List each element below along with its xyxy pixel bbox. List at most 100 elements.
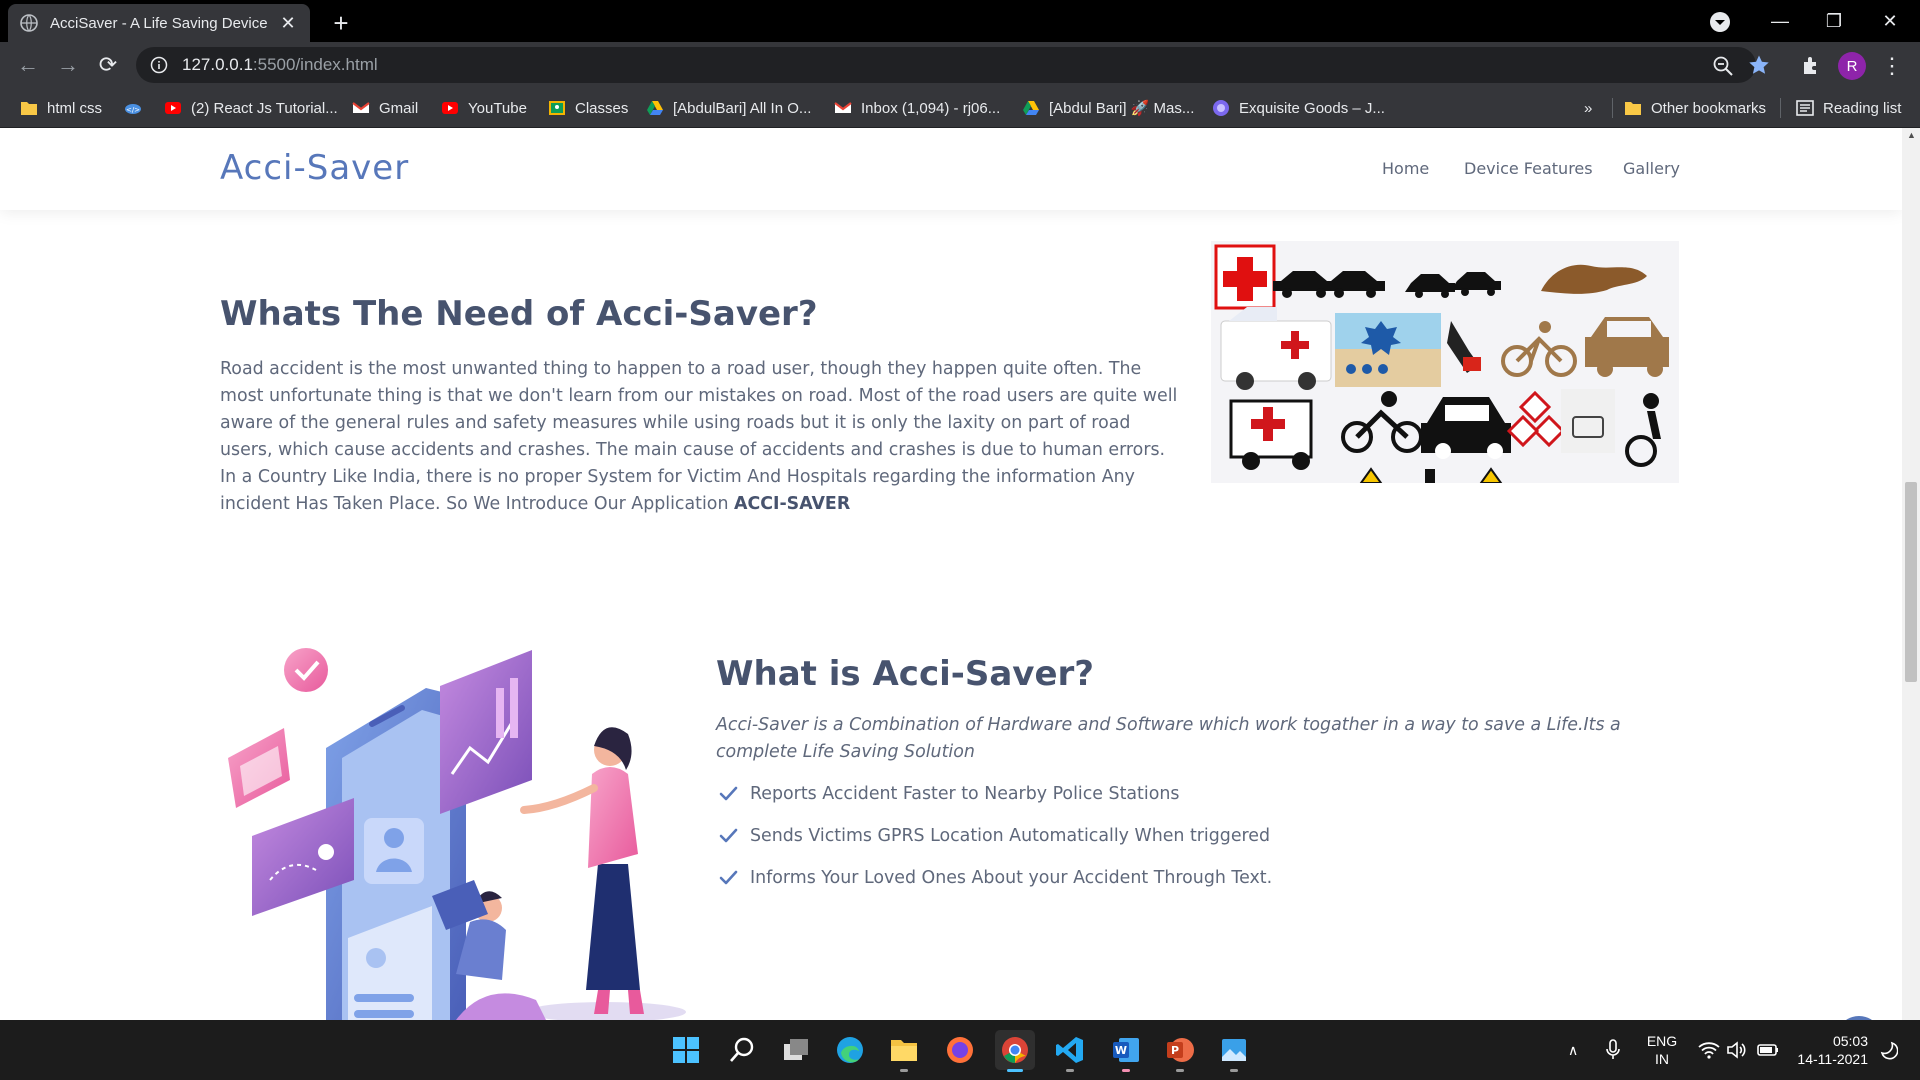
bookmark-item[interactable]: Inbox (1,094) - rj06...: [834, 96, 1000, 120]
tab-search-icon[interactable]: [1708, 10, 1732, 34]
need-section-title: Whats The Need of Acci-Saver?: [220, 294, 818, 334]
browser-toolbar: ← → ⟳ 127.0.0.1:5500/index.html R ⋮: [0, 42, 1920, 88]
chrome-app[interactable]: [995, 1030, 1035, 1072]
nav-home[interactable]: Home: [1382, 159, 1429, 178]
gmail-icon: [352, 102, 370, 113]
restore-icon[interactable]: ❐: [1806, 0, 1862, 42]
vscode-app[interactable]: [1050, 1030, 1090, 1072]
feature-item: Informs Your Loved Ones About your Accid…: [716, 864, 1272, 892]
feature-text: Sends Victims GPRS Location Automaticall…: [750, 826, 1271, 846]
bookmark-item[interactable]: [Abdul Bari] 🚀 Mas...: [1022, 96, 1194, 120]
back-icon[interactable]: ←: [14, 51, 42, 79]
bookmark-item[interactable]: Exquisite Goods – J...: [1212, 96, 1385, 120]
bookmark-star-icon[interactable]: [1748, 54, 1770, 76]
running-indicator: [1176, 1069, 1184, 1072]
forward-icon[interactable]: →: [54, 51, 82, 79]
bookmark-divider: [1780, 98, 1781, 118]
language-indicator[interactable]: ENG IN: [1642, 1032, 1682, 1068]
cloud-icon: </>: [125, 104, 141, 114]
bookmark-item[interactable]: html css: [20, 96, 102, 120]
svg-text:W: W: [1115, 1044, 1127, 1057]
tab-title: AcciSaver - A Life Saving Device: [50, 14, 268, 32]
drive-icon: [1023, 101, 1039, 115]
scroll-up-icon[interactable]: ▲: [1907, 130, 1916, 140]
check-icon: [719, 828, 738, 843]
site-header: Acci-Saver Home Device Features Gallery: [0, 128, 1902, 210]
system-clock[interactable]: 05:03 14-11-2021: [1794, 1032, 1868, 1068]
svg-text:P: P: [1171, 1044, 1179, 1057]
what-section-intro: Acci-Saver is a Combination of Hardware …: [716, 715, 1621, 762]
url-path: :5500/index.html: [252, 55, 378, 74]
task-view-button[interactable]: [776, 1030, 816, 1070]
word-icon: W: [1113, 1038, 1139, 1062]
nav-gallery[interactable]: Gallery: [1623, 159, 1680, 178]
photos-icon: [1222, 1039, 1246, 1061]
photos-app[interactable]: [1214, 1030, 1254, 1072]
menu-icon[interactable]: ⋮: [1881, 52, 1903, 80]
vscode-icon: [1056, 1037, 1083, 1063]
powerpoint-icon: P: [1167, 1038, 1194, 1062]
folder-icon: [891, 1040, 917, 1061]
running-indicator: [900, 1069, 908, 1072]
window-close-icon[interactable]: ✕: [1862, 0, 1918, 42]
notifications-icon[interactable]: [1878, 1040, 1898, 1060]
accident-icons-collage: [1211, 241, 1679, 483]
bookmark-item[interactable]: YouTube: [441, 96, 527, 120]
show-hidden-icons[interactable]: ∧: [1568, 1020, 1578, 1080]
folder-icon: [1625, 102, 1641, 115]
url-host: 127.0.0.1: [182, 55, 253, 74]
chrome-icon: [1002, 1037, 1028, 1063]
powerpoint-app[interactable]: P: [1160, 1030, 1200, 1072]
classroom-icon: [549, 101, 565, 115]
globe-icon: [1213, 100, 1229, 116]
reload-icon[interactable]: ⟳: [94, 51, 122, 79]
app-name-strong: ACCI-SAVER: [734, 494, 851, 514]
edge-app[interactable]: [830, 1030, 870, 1070]
need-section-text: Road accident is the most unwanted thing…: [220, 359, 1178, 514]
feature-item: Reports Accident Faster to Nearby Police…: [716, 780, 1179, 808]
gmail-icon: [834, 102, 852, 113]
extensions-icon[interactable]: [1800, 54, 1822, 76]
firefox-app[interactable]: [940, 1030, 980, 1070]
site-info-icon[interactable]: [150, 56, 168, 74]
active-indicator: [1007, 1069, 1023, 1072]
scrollbar-thumb[interactable]: [1905, 482, 1917, 682]
new-tab-button[interactable]: +: [326, 8, 356, 38]
bookmark-divider: [1612, 98, 1613, 118]
edge-icon: [837, 1037, 863, 1063]
bookmark-item[interactable]: Classes: [548, 96, 628, 120]
task-view-icon: [784, 1039, 808, 1060]
tab-close-icon[interactable]: ✕: [278, 13, 298, 33]
feature-text: Reports Accident Faster to Nearby Police…: [750, 784, 1180, 804]
zoom-icon[interactable]: [1712, 55, 1734, 77]
firefox-icon: [947, 1037, 973, 1063]
page-scrollbar[interactable]: ▲: [1902, 128, 1920, 1020]
person-with-phone-illustration: [228, 648, 686, 1020]
feature-text: Informs Your Loved Ones About your Accid…: [750, 868, 1273, 888]
site-logo[interactable]: Acci-Saver: [220, 148, 409, 188]
microphone-icon[interactable]: [1604, 1038, 1622, 1062]
other-bookmarks[interactable]: Other bookmarks: [1624, 96, 1766, 120]
bookmark-item[interactable]: </>: [124, 96, 151, 120]
windows-taskbar: W P ∧ ENG IN 05:03 14-11-2021: [0, 1020, 1920, 1080]
volume-icon[interactable]: [1726, 1040, 1748, 1060]
battery-icon[interactable]: [1756, 1040, 1780, 1060]
file-explorer-app[interactable]: [884, 1030, 924, 1072]
bookmark-item[interactable]: (2) React Js Tutorial...: [164, 96, 338, 120]
wifi-icon[interactable]: [1698, 1040, 1720, 1060]
word-app[interactable]: W: [1106, 1030, 1146, 1072]
bookmark-item[interactable]: Gmail: [352, 96, 418, 120]
check-icon: [719, 786, 738, 801]
nav-device-features[interactable]: Device Features: [1464, 159, 1593, 178]
active-tab[interactable]: AcciSaver - A Life Saving Device ✕: [8, 4, 310, 42]
reading-list[interactable]: Reading list: [1796, 96, 1901, 120]
minimize-icon[interactable]: —: [1752, 0, 1808, 42]
search-button[interactable]: [722, 1030, 762, 1070]
bookmarks-overflow-button[interactable]: »: [1584, 96, 1592, 120]
bookmark-item[interactable]: [AbdulBari] All In O...: [646, 96, 811, 120]
svg-text:</>: </>: [126, 106, 140, 114]
start-button[interactable]: [666, 1030, 706, 1070]
windows-logo-icon: [673, 1037, 699, 1063]
profile-avatar[interactable]: R: [1838, 52, 1866, 80]
address-bar[interactable]: 127.0.0.1:5500/index.html: [136, 47, 1756, 83]
